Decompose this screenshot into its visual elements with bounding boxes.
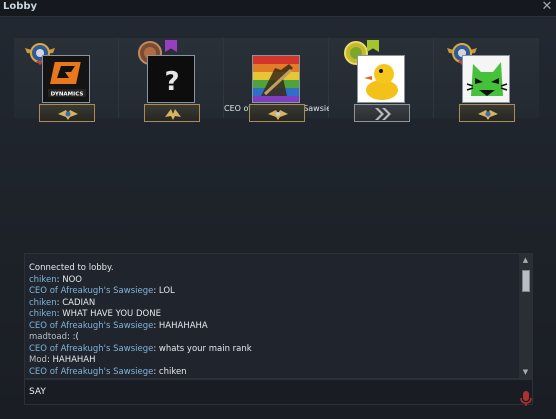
chat-line: chiken: WHAT HAVE YOU DONE	[29, 309, 517, 321]
chat-author[interactable]: CEO of Afreakugh's Sawsiege	[29, 344, 153, 354]
scroll-thumb[interactable]	[522, 270, 530, 292]
chat-message: Connected to lobby.	[29, 263, 114, 273]
chat-line: CEO of Afreakugh's Sawsiege: LOL	[29, 286, 517, 298]
ribbon-icon	[165, 40, 177, 52]
chat-message: : WHAT HAVE YOU DONE	[56, 309, 161, 319]
chat-message: : LOL	[153, 286, 175, 296]
scroll-up-icon[interactable]: ▲	[521, 256, 530, 264]
gold-eagle-rank-icon	[458, 104, 515, 122]
scroll-down-icon[interactable]: ▼	[521, 368, 530, 376]
window-title: Lobby	[3, 1, 38, 12]
lobby-panel: DYNAMICS cadiaN ? madtoad	[0, 17, 556, 419]
chat-line: Mod: HAHAHAH	[29, 355, 517, 367]
chat-scrollbar[interactable]: ▲ ▼	[519, 254, 532, 378]
chat-author[interactable]: CEO of Afreakugh's Sawsiege	[29, 321, 153, 331]
silver-chevrons-rank-icon	[353, 104, 410, 122]
rainbow-soldier-avatar	[252, 55, 300, 103]
gold-eagle-rank-icon	[143, 104, 200, 122]
rank-row	[14, 103, 540, 123]
rank-slot	[329, 103, 434, 123]
chat-lines: Connected to lobby. chiken: NOO CEO of Afr…	[29, 263, 517, 378]
chat-line: madtoad: :(	[29, 332, 517, 344]
chat-message: : chiken	[153, 366, 187, 377]
chat-author[interactable]: CEO of Afreakugh's Sawsiege	[29, 367, 153, 377]
gold-eagle-rank-icon	[248, 104, 305, 122]
gold-eagle-rank-icon	[38, 104, 95, 122]
svg-text:?: ?	[164, 67, 179, 97]
chat-author[interactable]: chiken	[29, 298, 57, 308]
svg-text:DYNAMICS: DYNAMICS	[51, 92, 84, 98]
close-icon[interactable]: ✕	[540, 0, 554, 14]
chat-line: CEO of Afreakugh's Sawsiege: whats your …	[29, 344, 517, 356]
rank-slot	[119, 103, 224, 123]
chat-message: : HAHAHAH	[46, 355, 96, 365]
chat-author[interactable]: chiken	[29, 275, 57, 285]
chat-message: : NOO	[56, 274, 82, 285]
chat-line: CEO of Afreakugh's Sawsiege: chiken	[29, 367, 517, 379]
chat-message: : CADIAN	[56, 297, 96, 308]
chat-author[interactable]: madtoad	[29, 332, 67, 342]
chat-message: : whats your main rank	[153, 343, 252, 354]
green-cat-avatar	[462, 55, 510, 103]
microphone-icon[interactable]	[520, 391, 532, 407]
chat-author[interactable]: CEO of Afreakugh's Sawsiege	[29, 286, 153, 296]
chat-log: Connected to lobby. chiken: NOO CEO of Afr…	[24, 253, 533, 379]
rank-slot	[434, 103, 539, 123]
chat-line: chiken: CADIAN	[29, 298, 517, 310]
rubber-duck-avatar	[357, 55, 405, 103]
chat-message: : :(	[67, 332, 79, 342]
ribbon-icon	[367, 40, 379, 52]
dynamics-logo-avatar: DYNAMICS	[42, 55, 90, 103]
rank-slot	[14, 103, 119, 123]
chat-line: chiken: NOO	[29, 275, 517, 287]
title-bar: Lobby ✕	[0, 0, 556, 17]
chat-line: CEO of Afreakugh's Sawsiege: HAHAHAHA	[29, 321, 517, 333]
say-label: SAY	[29, 387, 46, 397]
chat-line: Connected to lobby.	[29, 263, 517, 275]
chat-author[interactable]: chiken	[29, 309, 57, 319]
rank-slot	[224, 103, 329, 123]
chat-author[interactable]: Mod	[29, 355, 47, 365]
chat-message: : HAHAHAHA	[153, 320, 208, 331]
question-mark-avatar: ?	[147, 55, 195, 103]
chat-input[interactable]: SAY	[24, 379, 533, 405]
